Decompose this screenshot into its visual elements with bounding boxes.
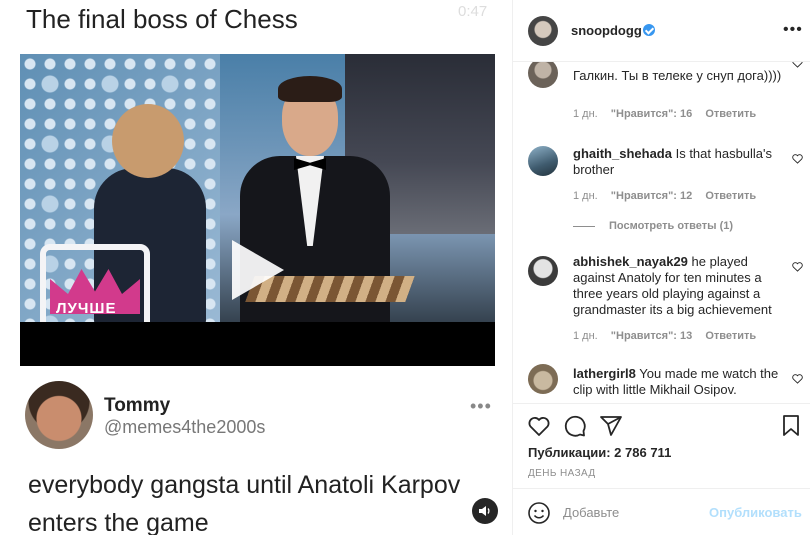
reply-button[interactable]: Ответить — [705, 330, 756, 342]
like-heart-icon[interactable] — [792, 374, 803, 384]
post-media: The final boss of Chess 0:47 ЛУЧШЕ Tommy… — [0, 0, 512, 535]
reply-button[interactable]: Ответить — [705, 108, 756, 120]
tweet-more-icon: ••• — [470, 396, 492, 416]
comment-time: 1 дн. — [573, 330, 598, 342]
post-header: snoopdogg ••• — [513, 0, 810, 62]
comments-list: Галкин. Ты в телеке у снуп дога)))) 1 дн… — [513, 62, 810, 403]
comment-avatar[interactable] — [528, 256, 558, 286]
show-logo-text: ЛУЧШЕ — [56, 300, 117, 317]
add-comment-bar: Опубликовать — [513, 488, 810, 535]
comment-text: lathergirl8 You made me watch the clip w… — [573, 366, 779, 397]
comment-likes[interactable]: "Нравится": 13 — [611, 330, 692, 342]
comment-icon[interactable] — [563, 414, 587, 438]
comment-meta: 1 дн. "Нравится": 13 Ответить — [573, 330, 766, 342]
post-sidebar: snoopdogg ••• Галкин. Ты в телеке у снуп… — [512, 0, 810, 535]
comment-avatar[interactable] — [528, 364, 558, 394]
tweet-handle: @memes4the2000s — [104, 417, 266, 437]
like-heart-icon[interactable] — [792, 262, 803, 272]
comment-input[interactable] — [563, 500, 703, 524]
tweet-name: Tommy — [104, 395, 171, 416]
verified-badge-icon — [643, 24, 655, 36]
like-heart-icon[interactable] — [792, 154, 803, 164]
likes-count[interactable]: Публикации: 2 786 711 — [528, 445, 671, 460]
tweet-text: everybody gangsta until Anatoli Karpov e… — [28, 471, 461, 535]
comment-likes[interactable]: "Нравится": 16 — [611, 108, 692, 120]
sound-toggle-button[interactable] — [472, 498, 498, 524]
bookmark-icon[interactable] — [779, 414, 803, 438]
publish-button[interactable]: Опубликовать — [709, 505, 802, 520]
post-title: The final boss of Chess — [26, 4, 298, 34]
reply-button[interactable]: Ответить — [705, 190, 756, 202]
comment-username[interactable]: ghaith_shehada — [573, 146, 672, 161]
comment-avatar[interactable] — [528, 146, 558, 176]
author-username[interactable]: snoopdogg — [571, 23, 642, 38]
like-heart-icon[interactable] — [792, 62, 803, 68]
author-avatar[interactable] — [528, 16, 558, 46]
comment-meta: 1 дн. "Нравится": 16 Ответить — [573, 108, 766, 120]
speaker-icon — [479, 506, 490, 516]
more-options-icon[interactable]: ••• — [783, 21, 803, 39]
video-player[interactable]: ЛУЧШЕ — [20, 54, 495, 366]
heart-icon[interactable] — [527, 414, 551, 438]
comment-avatar[interactable] — [528, 62, 558, 88]
comment-meta: 1 дн. "Нравится": 12 Ответить — [573, 190, 766, 202]
comment-time: 1 дн. — [573, 190, 598, 202]
comment-time: 1 дн. — [573, 108, 598, 120]
tweet-avatar — [25, 381, 93, 449]
share-icon[interactable] — [599, 414, 623, 438]
comment-likes[interactable]: "Нравится": 12 — [611, 190, 692, 202]
comment-text: Галкин. Ты в телеке у снуп дога)))) — [573, 68, 782, 83]
comment-username[interactable]: lathergirl8 — [573, 366, 636, 381]
comment-text: abhishek_nayak29 he played against Anato… — [573, 254, 772, 317]
post-actions: Публикации: 2 786 711 ДЕНЬ НАЗАД — [513, 403, 810, 488]
comment-text: ghaith_shehada Is that hasbulla's brothe… — [573, 146, 773, 177]
view-replies-button[interactable]: Посмотреть ответы (1) — [573, 220, 733, 232]
post-date[interactable]: ДЕНЬ НАЗАД — [528, 468, 596, 479]
emoji-icon[interactable] — [527, 501, 551, 525]
comment-username[interactable]: abhishek_nayak29 — [573, 254, 688, 269]
play-icon[interactable] — [232, 240, 284, 300]
video-timer: 0:47 — [458, 3, 488, 20]
